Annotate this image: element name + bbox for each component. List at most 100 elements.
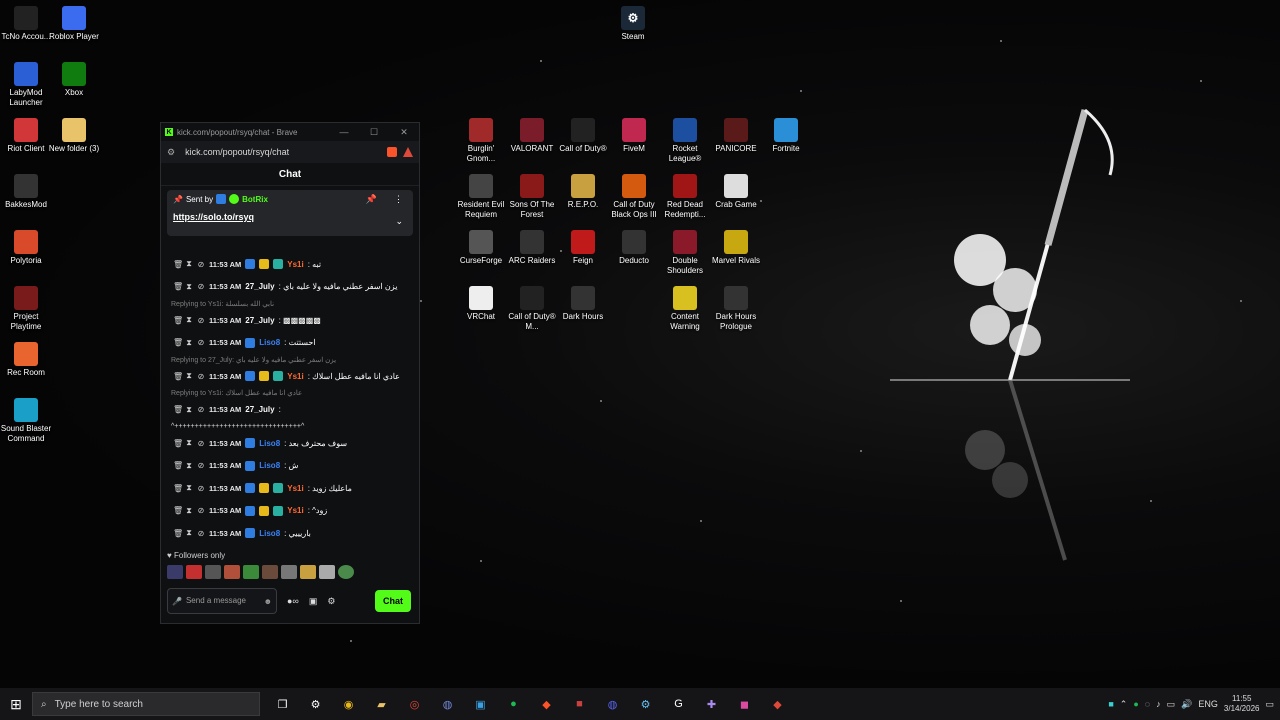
- desktop-icon[interactable]: Dark Hours: [555, 286, 611, 322]
- pinned-link[interactable]: https://solo.to/rsyq: [173, 212, 407, 222]
- chat-message[interactable]: 🗑 ⧗ ⊘ 11:53 AM Ys1i: تبه: [167, 253, 413, 276]
- clock[interactable]: 11:55 3/14/2026: [1224, 694, 1260, 714]
- unpin-icon[interactable]: 📌: [366, 194, 377, 205]
- desktop-icon[interactable]: Content Warning: [657, 286, 713, 332]
- chat-message[interactable]: 🗑 ⧗ ⊘ 11:53 AM Ys1i: ماعليك زويد: [167, 477, 413, 500]
- minimize-button[interactable]: —: [329, 127, 359, 138]
- delete-icon[interactable]: 🗑: [173, 338, 183, 347]
- timeout-icon[interactable]: ⧗: [185, 483, 193, 493]
- timeout-icon[interactable]: ⧗: [185, 259, 193, 269]
- desktop-icon[interactable]: R.E.P.O.: [555, 174, 611, 210]
- emote-item[interactable]: [338, 565, 354, 579]
- desktop-icon[interactable]: ARC Raiders: [504, 230, 560, 266]
- close-button[interactable]: ✕: [389, 127, 419, 138]
- timeout-icon[interactable]: ⧗: [185, 282, 193, 292]
- chat-message[interactable]: 🗑 ⧗ ⊘ 11:53 AM 27_July:: [167, 399, 413, 422]
- ban-icon[interactable]: ⊘: [197, 405, 205, 414]
- ban-icon[interactable]: ⊘: [197, 484, 205, 493]
- delete-icon[interactable]: 🗑: [173, 439, 183, 448]
- desktop-icon[interactable]: Red Dead Redempti...: [657, 174, 713, 220]
- emote-item[interactable]: [224, 565, 240, 579]
- file-explorer-icon[interactable]: ▰: [365, 688, 398, 720]
- ban-icon[interactable]: ⊘: [197, 529, 205, 538]
- tray-status-icon[interactable]: ●: [1133, 699, 1138, 709]
- emote-item[interactable]: [186, 565, 202, 579]
- delete-icon[interactable]: 🗑: [173, 282, 183, 291]
- chat-message-list[interactable]: 🗑 ⧗ ⊘ 11:53 AM Ys1i: تبه 🗑 ⧗ ⊘ 11:53 AM 27_July: …: [167, 253, 413, 545]
- message-username[interactable]: Liso8: [259, 529, 280, 538]
- chevron-down-icon[interactable]: ⌄: [395, 216, 403, 227]
- timeout-icon[interactable]: ⧗: [185, 338, 193, 348]
- language-indicator[interactable]: ENG: [1198, 699, 1218, 709]
- ban-icon[interactable]: ⊘: [197, 316, 205, 325]
- desktop-icon[interactable]: Call of Duty Black Ops III: [606, 174, 662, 220]
- window-titlebar[interactable]: K kick.com/popout/rsyq/chat - Brave — ☐ …: [161, 123, 419, 141]
- chat-message[interactable]: 🗑 ⧗ ⊘ 11:53 AM Liso8: باريييي: [167, 522, 413, 545]
- brave-rewards-icon[interactable]: [403, 147, 413, 157]
- discord-alt-icon[interactable]: ◍: [431, 688, 464, 720]
- message-username[interactable]: Ys1i: [287, 484, 303, 493]
- emote-item[interactable]: [205, 565, 221, 579]
- emote-item[interactable]: [281, 565, 297, 579]
- pinned-message[interactable]: 📌 Sent by BotRix https://solo.to/rsyq 📌 …: [167, 190, 413, 236]
- settings-app-icon[interactable]: ⚙: [299, 688, 332, 720]
- timeout-icon[interactable]: ⧗: [185, 438, 193, 448]
- microphone-icon[interactable]: 🎤: [172, 597, 182, 606]
- gift-icon[interactable]: ▣: [309, 596, 318, 607]
- volume-icon[interactable]: 🔊: [1181, 699, 1192, 710]
- send-chat-button[interactable]: Chat: [375, 590, 411, 612]
- address-bar[interactable]: ⚙ kick.com/popout/rsyq/chat: [161, 141, 419, 163]
- desktop-icon-steam[interactable]: ⚙ Steam: [605, 6, 661, 42]
- spotify-icon[interactable]: ●: [497, 688, 530, 720]
- brave-icon[interactable]: ◆: [530, 688, 563, 720]
- delete-icon[interactable]: 🗑: [173, 372, 183, 381]
- tray-wifi-icon[interactable]: ◌: [1145, 699, 1150, 709]
- timeout-icon[interactable]: ⧗: [185, 528, 193, 538]
- delete-icon[interactable]: 🗑: [173, 405, 183, 414]
- tray-mic-icon[interactable]: ♪: [1156, 699, 1161, 709]
- message-username[interactable]: 27_July: [245, 405, 274, 414]
- desktop-icon[interactable]: Call of Duty® M...: [504, 286, 560, 332]
- message-username[interactable]: Ys1i: [287, 506, 303, 515]
- desktop-icon[interactable]: Sound Blaster Command: [0, 398, 54, 444]
- ban-icon[interactable]: ⊘: [197, 338, 205, 347]
- desktop-icon[interactable]: Deducto: [606, 230, 662, 266]
- tray-chevron-icon[interactable]: ⌃: [1120, 699, 1128, 710]
- delete-icon[interactable]: 🗑: [173, 484, 183, 493]
- timeout-icon[interactable]: ⧗: [185, 371, 193, 381]
- epic-icon[interactable]: G: [662, 688, 695, 720]
- chat-message[interactable]: 🗑 ⧗ ⊘ 11:53 AM Ys1i: عادي انا مافيه عطل اسلا…: [167, 365, 413, 388]
- message-username[interactable]: Liso8: [259, 461, 280, 470]
- timeout-icon[interactable]: ⧗: [185, 405, 193, 415]
- ban-icon[interactable]: ⊘: [197, 282, 205, 291]
- gear-icon[interactable]: ⚙: [327, 596, 335, 607]
- task-view-icon[interactable]: ❐: [266, 688, 299, 720]
- chat-message[interactable]: 🗑 ⧗ ⊘ 11:53 AM Liso8: سوف محترف بعد: [167, 432, 413, 455]
- desktop-icon[interactable]: Roblox Player: [46, 6, 102, 42]
- browser-popout-window[interactable]: K kick.com/popout/rsyq/chat - Brave — ☐ …: [160, 122, 420, 624]
- desktop-icon[interactable]: Burglin' Gnom...: [453, 118, 509, 164]
- desktop-icon[interactable]: Dark Hours Prologue: [708, 286, 764, 332]
- message-username[interactable]: Ys1i: [287, 372, 303, 381]
- message-username[interactable]: Ys1i: [287, 260, 303, 269]
- emote-item[interactable]: [262, 565, 278, 579]
- obs-icon[interactable]: ◎: [398, 688, 431, 720]
- desktop-icon[interactable]: PANICORE: [708, 118, 764, 154]
- desktop-icon[interactable]: Sons Of The Forest: [504, 174, 560, 220]
- ban-icon[interactable]: ⊘: [197, 260, 205, 269]
- desktop-icon[interactable]: Xbox: [46, 62, 102, 98]
- game-app-icon[interactable]: ■: [563, 688, 596, 720]
- desktop-icon[interactable]: Call of Duty®: [555, 118, 611, 154]
- chat-message[interactable]: 🗑 ⧗ ⊘ 11:53 AM 27_July: يزن اسفر عطني مافيه …: [167, 276, 413, 299]
- message-username[interactable]: 27_July: [245, 316, 274, 325]
- notifications-icon[interactable]: ▭: [1265, 699, 1274, 710]
- windows-start-icon[interactable]: ⊞: [0, 688, 32, 720]
- desktop-icon[interactable]: BakkesMod: [0, 174, 54, 210]
- bookmark-app-icon[interactable]: ◼: [728, 688, 761, 720]
- points-icon[interactable]: ●∞: [287, 596, 299, 606]
- chrome-icon[interactable]: ◉: [332, 688, 365, 720]
- desktop-icon[interactable]: VRChat: [453, 286, 509, 322]
- brave-alt-icon[interactable]: ◆: [761, 688, 794, 720]
- desktop-icon[interactable]: Rec Room: [0, 342, 54, 378]
- desktop-icon[interactable]: Polytoria: [0, 230, 54, 266]
